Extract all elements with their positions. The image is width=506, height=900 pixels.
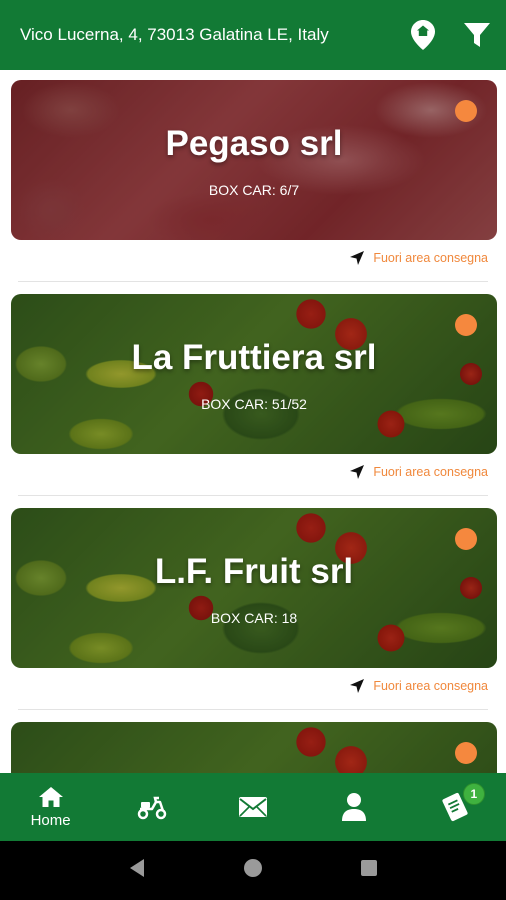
divider <box>18 281 488 282</box>
bottom-navigation: Home 1 <box>0 773 506 841</box>
store-name: La Fruttiera srl <box>131 338 377 377</box>
delivery-status: Fuori area consegna <box>349 464 488 480</box>
nav-home[interactable]: Home <box>0 773 101 841</box>
navigation-arrow-icon <box>350 465 365 479</box>
mail-icon <box>239 797 267 817</box>
nav-profile[interactable] <box>304 773 405 841</box>
status-dot <box>455 100 477 122</box>
delivery-status: Fuori area consegna <box>349 678 488 694</box>
status-dot <box>455 528 477 550</box>
filter-icon[interactable] <box>460 18 494 52</box>
store-card[interactable]: La Fruttiera srl BOX CAR: 51/52 <box>11 294 497 454</box>
divider <box>18 709 488 710</box>
delivery-status-text: Fuori area consegna <box>373 251 488 265</box>
delivery-status-text: Fuori area consegna <box>373 465 488 479</box>
delivery-status-text: Fuori area consegna <box>373 679 488 693</box>
store-card[interactable]: Pegaso srl BOX CAR: 6/7 <box>11 80 497 240</box>
nav-delivery[interactable] <box>101 773 202 841</box>
store-card[interactable] <box>11 722 497 773</box>
navigation-arrow-icon <box>350 679 365 693</box>
store-list[interactable]: Pegaso srl BOX CAR: 6/7 Fuori area conse… <box>0 70 506 773</box>
store-card[interactable]: L.F. Fruit srl BOX CAR: 18 <box>11 508 497 668</box>
user-icon <box>342 793 367 821</box>
location-pin-icon[interactable] <box>406 18 440 52</box>
box-car-count: BOX CAR: 51/52 <box>201 396 307 412</box>
recents-icon[interactable] <box>360 859 378 882</box>
system-navigation-bar <box>0 841 506 900</box>
store-name: Pegaso srl <box>165 124 343 163</box>
divider <box>18 495 488 496</box>
nav-messages[interactable] <box>202 773 303 841</box>
home-icon <box>38 786 63 807</box>
box-car-count: BOX CAR: 6/7 <box>208 182 300 198</box>
nav-orders[interactable]: 1 <box>405 773 506 841</box>
store-name: L.F. Fruit srl <box>154 552 354 591</box>
home-circle-icon[interactable] <box>243 858 263 883</box>
box-car-count: BOX CAR: 18 <box>210 610 298 626</box>
delivery-status: Fuori area consegna <box>349 250 488 266</box>
back-icon[interactable] <box>128 858 146 883</box>
delivery-address[interactable]: Vico Lucerna, 4, 73013 Galatina LE, Ital… <box>20 25 406 45</box>
scooter-icon <box>137 796 167 820</box>
navigation-arrow-icon <box>350 251 365 265</box>
status-dot <box>455 742 477 764</box>
top-app-bar: Vico Lucerna, 4, 73013 Galatina LE, Ital… <box>0 0 506 70</box>
nav-home-label: Home <box>30 811 71 829</box>
orders-badge: 1 <box>462 783 485 805</box>
status-dot <box>455 314 477 336</box>
